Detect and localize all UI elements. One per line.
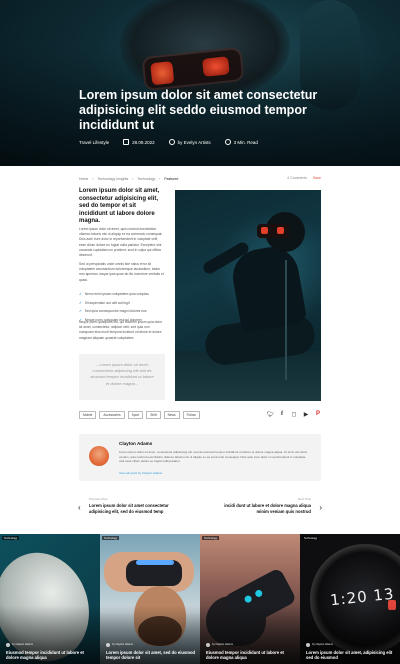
avatar[interactable]: [89, 446, 109, 466]
card-title[interactable]: Lorem ipsum dolor sit amet, sed do eiusm…: [106, 650, 196, 661]
avatar: [106, 642, 110, 647]
hero-author[interactable]: by Evelyn Artists: [168, 139, 211, 145]
check-icon: ✓: [79, 300, 82, 305]
author-name[interactable]: Clayton Adams: [119, 441, 152, 446]
breadcrumb-sep: ›: [132, 177, 134, 181]
youtube-icon[interactable]: ▶: [303, 411, 309, 418]
post-card[interactable]: Technology by Clayton Adams Lorem ipsum …: [100, 534, 200, 664]
article-image: [175, 190, 321, 401]
user-icon: [168, 139, 175, 145]
post-card[interactable]: Technology by Clayton Adams Eiusmod temp…: [0, 534, 100, 664]
card-category[interactable]: Technology: [102, 536, 120, 540]
author-bio: Lorem ipsum dolor sit amet, consectetur …: [119, 450, 308, 464]
pinterest-icon[interactable]: P: [315, 411, 321, 418]
check-icon: ✓: [79, 292, 82, 296]
prev-post-label: Previous Post: [89, 497, 108, 501]
instagram-icon[interactable]: ◻: [291, 411, 297, 418]
post-card[interactable]: Technology by Clayton Adams Eiusmod temp…: [200, 534, 300, 664]
card-category[interactable]: Technology: [302, 536, 320, 540]
card-author: by Clayton Adams: [6, 642, 96, 647]
tag[interactable]: Accessories: [99, 411, 125, 419]
breadcrumb-item[interactable]: Technology Insights: [98, 177, 129, 181]
hero-readtime: 3 Min. Read: [224, 139, 258, 145]
card-title[interactable]: Eiusmod tempor incididunt ut labore et d…: [206, 650, 296, 661]
comments-link[interactable]: 4 Comments: [287, 176, 307, 180]
article-paragraph: Neque porro quisquam est, qui dolorem ip…: [79, 320, 163, 340]
save-button[interactable]: Save: [313, 176, 321, 180]
author-posts-link[interactable]: View all posts by Clayton Adams: [119, 471, 162, 475]
avatar: [206, 642, 210, 647]
hero-meta: Travel Lifestyle 28.09.2022 by Evelyn Ar…: [79, 139, 258, 145]
breadcrumb-sep: ›: [92, 177, 94, 181]
article-lead: Lorem ipsum dolor sit amet, consectetur …: [79, 188, 160, 224]
twitter-icon[interactable]: 🐦︎: [267, 411, 275, 418]
card-author: by Clayton Adams: [306, 642, 396, 647]
card-category[interactable]: Technology: [202, 536, 220, 540]
avatar: [306, 642, 310, 647]
facebook-icon[interactable]: f: [279, 411, 285, 418]
hero-category[interactable]: Travel Lifestyle: [79, 140, 109, 145]
author-box: Clayton Adams Lorem ipsum dolor sit amet…: [79, 434, 321, 481]
calendar-icon: [123, 139, 130, 145]
article-paragraph: Sed ut perspiciatis unde omnis iste natu…: [79, 262, 164, 282]
list-item: ✓ Nemo enim ipsam voluptatem quia volupta…: [79, 290, 165, 299]
chevron-right-icon[interactable]: ›: [319, 503, 322, 512]
breadcrumb-item[interactable]: Technology: [137, 177, 155, 181]
card-title[interactable]: Lorem ipsum dolor sit amet, adipisicing …: [306, 650, 396, 661]
social-share: 🐦︎ f ◻ ▶ P: [267, 411, 321, 418]
tag[interactable]: News: [163, 411, 180, 419]
card-category[interactable]: Technology: [2, 536, 20, 540]
related-posts: Technology by Clayton Adams Eiusmod temp…: [0, 534, 400, 664]
breadcrumb-sep: ›: [159, 177, 161, 181]
list-item: ✓ Sit aspernatur aut odit aut fugit: [79, 299, 165, 308]
check-list: ✓ Nemo enim ipsam voluptatem quia volupta…: [79, 290, 165, 324]
tag[interactable]: Follow: [182, 411, 200, 419]
prev-post-link[interactable]: Lorem ipsum dolor sit amet consectetur a…: [89, 503, 179, 514]
breadcrumb: Home › Technology Insights › Technology › F…: [79, 177, 178, 181]
tag[interactable]: Shift: [146, 411, 161, 419]
post-card[interactable]: 1:20 13 Technology by Clayton Adams Lore…: [300, 534, 400, 664]
card-author: by Clayton Adams: [206, 642, 296, 647]
next-post-label: Next Post: [297, 497, 311, 501]
chevron-left-icon[interactable]: ‹: [78, 503, 81, 512]
list-item: ✓ Sed quia consequuntur magni dolores eos: [79, 307, 165, 316]
breadcrumb-current: Featured: [164, 177, 179, 181]
card-author: by Clayton Adams: [106, 642, 196, 647]
breadcrumb-item[interactable]: Home: [79, 177, 88, 181]
tag[interactable]: Mobile: [79, 411, 97, 419]
hero-title: Lorem ipsum dolor sit amet consectetur a…: [79, 88, 318, 132]
pull-quote: ....Lorem ipsum dolor sit amet, consecte…: [79, 354, 165, 400]
tag-list: Mobile Accessories Sport Shift News Foll…: [79, 411, 200, 419]
card-title[interactable]: Eiusmod tempor incididunt ut labore et d…: [6, 650, 96, 661]
clock-icon: [224, 139, 231, 145]
next-post-link[interactable]: incidi dunt ut labore et dolore magna al…: [217, 503, 311, 514]
article-paragraph: Lorem ipsum dolor sit amet, quis nostrud…: [79, 227, 163, 258]
check-icon: ✓: [79, 309, 82, 313]
post-actions: 4 Comments Save: [287, 176, 321, 180]
hero-date: 28.09.2022: [123, 139, 155, 145]
tag[interactable]: Sport: [127, 411, 144, 419]
avatar: [6, 642, 10, 647]
hero-banner: Lorem ipsum dolor sit amet consectetur a…: [0, 0, 400, 166]
